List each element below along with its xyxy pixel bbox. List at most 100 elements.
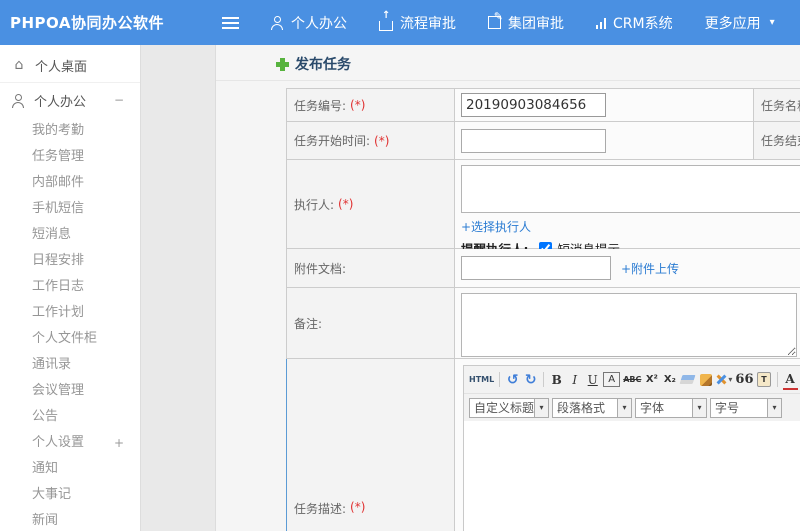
tab-label: 流程审批 xyxy=(400,15,456,32)
sidebar-item-label: 会议管理 xyxy=(32,383,85,398)
expand-toggle[interactable]: + xyxy=(114,430,124,456)
sidebar-item-personal-desktop[interactable]: ⌂ 个人桌面 xyxy=(0,51,140,79)
undo-icon[interactable] xyxy=(505,371,520,389)
italic-button[interactable]: I xyxy=(567,371,582,389)
chevron-down-icon: ▾ xyxy=(767,398,781,417)
sidebar-item-label: 个人办公 xyxy=(34,94,87,110)
superscript-button[interactable]: X² xyxy=(644,371,659,389)
attachment-label-cell: 附件文档: xyxy=(287,249,455,287)
divider xyxy=(0,82,140,83)
underline-button[interactable]: U xyxy=(585,371,600,389)
tab-process-approval[interactable]: 流程审批 xyxy=(379,11,456,33)
font-family-select[interactable]: 字体 ▾ xyxy=(635,397,707,418)
hamburger-menu-icon[interactable] xyxy=(222,16,239,29)
field-label: 任务描述: xyxy=(294,502,347,516)
font-size-select[interactable]: 字号 ▾ xyxy=(710,397,782,418)
user-icon xyxy=(271,16,284,30)
attachment-input[interactable] xyxy=(461,256,611,280)
chevron-down-icon: ▾ xyxy=(728,375,733,384)
subscript-button[interactable]: X₂ xyxy=(662,371,677,389)
start-time-input[interactable] xyxy=(461,128,606,153)
choose-executor-link[interactable]: +选择执行人 xyxy=(461,218,531,235)
sidebar: ⌂ 个人桌面 个人办公 − 我的考勤 任务管理 内部邮件 手机短信 短消息 日程… xyxy=(0,45,141,531)
blockquote-button[interactable]: 66 xyxy=(735,371,753,389)
paste-text-icon[interactable] xyxy=(757,371,772,389)
chevron-down-icon: ▾ xyxy=(617,398,631,417)
heading-select[interactable]: 自定义标题 ▾ xyxy=(469,397,549,418)
tab-group-approval[interactable]: 集团审批 xyxy=(488,10,564,33)
eraser-glyph xyxy=(679,375,696,384)
executor-textarea[interactable] xyxy=(461,165,800,213)
html-source-button[interactable]: HTML xyxy=(469,371,494,389)
sidebar-item-personal-settings[interactable]: 个人设置 + xyxy=(0,430,140,456)
field-label: 任务编号: xyxy=(294,98,347,113)
sidebar-item-announcement[interactable]: 公告 xyxy=(0,404,140,430)
sidebar-item-label: 个人桌面 xyxy=(35,59,88,75)
description-field-cell: HTML B I U A ABC X² xyxy=(455,359,800,531)
executor-row: 执行人: (*) +选择执行人 提醒执行人: 短消息提示 xyxy=(287,160,800,257)
select-value: 字号 xyxy=(715,401,740,415)
sidebar-item-task-management[interactable]: 任务管理 xyxy=(0,144,140,170)
sidebar-item-personal-file-cabinet[interactable]: 个人文件柜 xyxy=(0,326,140,352)
sidebar-item-meeting-management[interactable]: 会议管理 xyxy=(0,378,140,404)
collapse-toggle[interactable]: − xyxy=(114,93,124,107)
tab-crm-system[interactable]: CRM系统 xyxy=(596,13,673,33)
sidebar-item-notification[interactable]: 通知 xyxy=(0,456,140,482)
editor-content-area[interactable] xyxy=(464,421,800,531)
sidebar-item-short-message[interactable]: 短消息 xyxy=(0,222,140,248)
start-time-label-cell: 任务开始时间: (*) xyxy=(287,122,455,159)
divider xyxy=(216,80,800,81)
user-icon xyxy=(12,93,25,108)
end-time-label-cell: 任务结束时间: (*) xyxy=(753,122,800,159)
tab-personal-office[interactable]: 个人办公 xyxy=(271,13,347,33)
sidebar-item-my-attendance[interactable]: 我的考勤 xyxy=(0,118,140,144)
sidebar-item-label: 工作日志 xyxy=(32,279,85,294)
sidebar-item-news[interactable]: 新闻 xyxy=(0,508,140,531)
chevron-down-icon: ▾ xyxy=(692,398,706,417)
divider xyxy=(776,372,778,387)
sidebar-item-label: 工作计划 xyxy=(32,305,85,320)
sidebar-item-contacts[interactable]: 通讯录 xyxy=(0,352,140,378)
sidebar-item-personal-office[interactable]: 个人办公 − xyxy=(0,86,140,114)
sidebar-item-schedule[interactable]: 日程安排 xyxy=(0,248,140,274)
field-label: 任务名称: xyxy=(761,98,800,113)
magic-glyph xyxy=(716,374,727,385)
task-form: 任务编号: (*) 任务名称: (*) 任务开始时间: (*) xyxy=(286,88,800,531)
sidebar-item-label: 通讯录 xyxy=(32,357,72,372)
attachment-upload-link[interactable]: +附件上传 xyxy=(621,260,679,277)
field-label: 附件文档: xyxy=(294,261,347,276)
sidebar-item-internal-mail[interactable]: 内部邮件 xyxy=(0,170,140,196)
sidebar-item-work-log[interactable]: 工作日志 xyxy=(0,274,140,300)
sidebar-item-memorabilia[interactable]: 大事记 xyxy=(0,482,140,508)
task-number-input[interactable] xyxy=(461,93,606,117)
sidebar-item-mobile-sms[interactable]: 手机短信 xyxy=(0,196,140,222)
select-value: 段落格式 xyxy=(557,401,606,415)
sidebar-item-label: 个人设置 xyxy=(32,435,85,450)
divider xyxy=(499,372,501,387)
sidebar-item-label: 任务管理 xyxy=(32,149,85,164)
eraser-icon[interactable] xyxy=(679,371,696,389)
attachment-row: 附件文档: +附件上传 xyxy=(287,249,800,288)
bar-chart-icon xyxy=(596,16,606,29)
quick-format-icon[interactable]: ▾ xyxy=(716,371,732,389)
paste-glyph xyxy=(757,372,771,387)
font-color-button[interactable]: A xyxy=(782,370,798,390)
field-label: 任务开始时间: xyxy=(294,134,371,148)
strikethrough-button[interactable]: ABC xyxy=(623,371,641,389)
format-brush-icon[interactable] xyxy=(698,371,713,389)
paragraph-format-select[interactable]: 段落格式 ▾ xyxy=(552,397,632,418)
remark-textarea[interactable] xyxy=(461,293,797,357)
field-label: 执行人: xyxy=(294,197,335,212)
main-content: 发布任务 任务编号: (*) 任务名称: (*) xyxy=(141,45,800,531)
remark-row: 备注: xyxy=(287,288,800,359)
description-label-cell: 任务描述: (*) xyxy=(286,359,455,531)
font-style-button[interactable]: A xyxy=(603,372,621,387)
redo-icon[interactable] xyxy=(523,371,538,389)
editor-toolbar-row1: HTML B I U A ABC X² xyxy=(464,366,800,394)
tab-more-apps[interactable]: 更多应用 ▾ xyxy=(705,13,775,33)
executor-field-cell: +选择执行人 提醒执行人: 短消息提示 xyxy=(455,160,800,257)
sidebar-item-label: 我的考勤 xyxy=(32,123,85,138)
tab-label: CRM系统 xyxy=(613,15,673,32)
bold-button[interactable]: B xyxy=(549,371,564,389)
sidebar-item-work-plan[interactable]: 工作计划 xyxy=(0,300,140,326)
